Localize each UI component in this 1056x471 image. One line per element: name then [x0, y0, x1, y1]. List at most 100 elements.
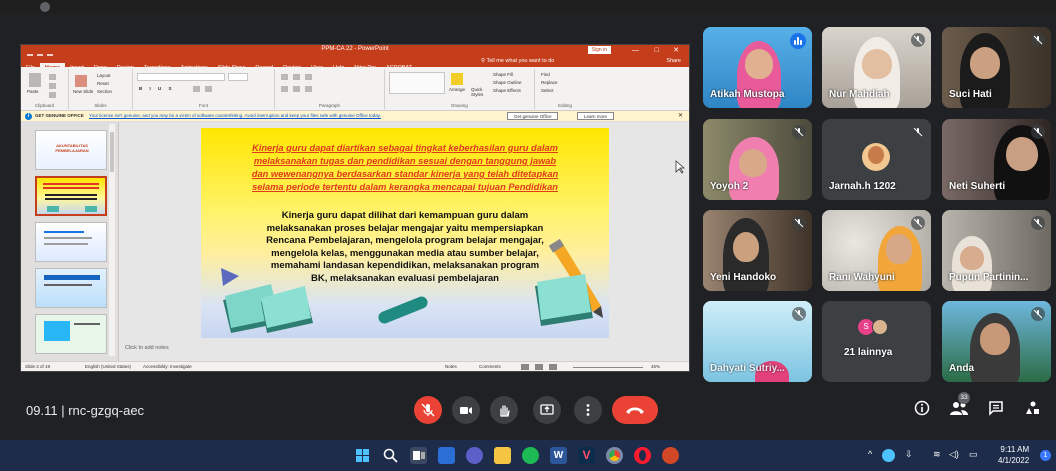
powerpoint-icon[interactable] — [662, 447, 679, 464]
participant-tile-dahyati[interactable]: Dahyati Sutriy... — [703, 301, 812, 382]
find-button[interactable]: Find — [541, 72, 550, 77]
highlight-icon[interactable] — [205, 86, 212, 92]
participant-tile-jarnah[interactable]: Jarnah.h 1202 — [822, 119, 931, 200]
minimize-icon[interactable]: — — [632, 45, 639, 56]
align-left-icon[interactable] — [281, 86, 288, 92]
format-painter-icon[interactable] — [49, 92, 56, 98]
reading-view-icon[interactable] — [549, 364, 557, 370]
chat-app-icon[interactable] — [466, 447, 483, 464]
arrange-icon[interactable] — [451, 73, 463, 85]
font-size-select[interactable] — [228, 73, 248, 81]
widgets-icon[interactable] — [438, 447, 455, 464]
participant-tile-yeni-handoko[interactable]: Yeni Handoko — [703, 210, 812, 291]
tray-app-icon[interactable] — [882, 449, 895, 462]
paste-button[interactable]: Paste — [27, 89, 39, 94]
thumbnails-scrollbar[interactable] — [109, 124, 115, 356]
warning-message-link[interactable]: Your license isn't genuine, and you may … — [89, 113, 381, 118]
new-slide-icon[interactable] — [75, 75, 87, 87]
notes-placeholder[interactable]: Click to add notes — [125, 345, 169, 351]
app-v-icon[interactable]: V — [578, 447, 595, 464]
participant-tile-rani-wahyuni[interactable]: Rani Wahyuni — [822, 210, 931, 291]
language[interactable]: English (United States) — [85, 364, 131, 369]
slide-sorter-icon[interactable] — [535, 364, 543, 370]
get-genuine-office-button[interactable]: Get genuine Office — [507, 112, 559, 120]
slide-thumbnail-3[interactable] — [35, 222, 107, 262]
sign-in-button[interactable]: Sign in — [587, 46, 611, 54]
section-button[interactable]: Section — [97, 89, 112, 94]
mic-toggle-button[interactable] — [414, 396, 442, 424]
battery-icon[interactable]: ▭ — [969, 449, 978, 460]
select-button[interactable]: Select — [541, 88, 554, 93]
current-slide[interactable]: Kinerja guru dapat diartikan sebagai tin… — [201, 128, 609, 338]
font-family-select[interactable] — [137, 73, 225, 81]
accessibility-status[interactable]: Accessibility: Investigate — [143, 364, 192, 369]
zoom-level[interactable]: 45% — [651, 364, 660, 369]
shapes-gallery[interactable] — [389, 72, 445, 94]
font-color-icon[interactable] — [193, 86, 200, 92]
raise-hand-button[interactable] — [490, 396, 518, 424]
more-options-button[interactable] — [574, 396, 602, 424]
shape-fill-button[interactable]: Shape Fill — [493, 72, 513, 77]
slide-thumbnail-5[interactable] — [35, 314, 107, 354]
present-screen-button[interactable] — [533, 396, 561, 424]
participant-tile-nur-mahdiah[interactable]: Nur Mahdiah — [822, 27, 931, 108]
learn-more-button[interactable]: Learn more — [577, 112, 615, 120]
align-center-icon[interactable] — [293, 86, 300, 92]
close-icon[interactable]: ✕ — [673, 45, 679, 56]
zoom-slider[interactable] — [573, 367, 643, 368]
participant-tile-suci-hati[interactable]: Suci Hati — [942, 27, 1051, 108]
meeting-details-icon[interactable] — [914, 400, 930, 416]
font-format-buttons[interactable]: B I U S — [139, 86, 175, 91]
wifi-icon[interactable]: ≋ — [933, 449, 941, 460]
volume-icon[interactable]: ◁) — [949, 449, 959, 460]
bullets-icon[interactable] — [281, 74, 288, 80]
layout-button[interactable]: Layout — [97, 73, 111, 78]
participant-tile-atikah-mustopa[interactable]: Atikah Mustopa — [703, 27, 812, 108]
arrange-button[interactable]: Arrange — [449, 87, 465, 92]
participant-tile-yoyoh-2[interactable]: Yoyoh 2 — [703, 119, 812, 200]
warning-close-icon[interactable]: ✕ — [678, 112, 683, 119]
chrome-icon[interactable] — [606, 447, 623, 464]
slide-thumbnail-4[interactable] — [35, 268, 107, 308]
participant-tile-others[interactable]: S 21 lainnya — [822, 301, 931, 382]
share-button[interactable]: Share — [666, 56, 681, 67]
maximize-icon[interactable]: □ — [655, 45, 659, 56]
reset-button[interactable]: Reset — [97, 81, 109, 86]
spotify-icon[interactable] — [522, 447, 539, 464]
notification-badge[interactable]: 1 — [1040, 450, 1051, 461]
chat-icon[interactable] — [988, 400, 1004, 416]
numbering-icon[interactable] — [293, 74, 300, 80]
indent-icon[interactable] — [305, 74, 312, 80]
activities-icon[interactable] — [1025, 400, 1041, 416]
taskbar-clock[interactable]: 9:11 AM 4/1/2022 — [998, 444, 1029, 466]
file-explorer-icon[interactable] — [494, 447, 511, 464]
align-right-icon[interactable] — [305, 86, 312, 92]
participant-tile-neti-suherti[interactable]: Neti Suherti — [942, 119, 1051, 200]
word-icon[interactable]: W — [550, 447, 567, 464]
shape-outline-button[interactable]: Shape Outline — [493, 80, 522, 85]
browser-icon[interactable] — [40, 2, 50, 12]
camera-toggle-button[interactable] — [452, 396, 480, 424]
slide-thumbnail-1[interactable]: 1 AKUNTABILITAS PEMBELAJARAN — [35, 130, 107, 170]
tray-usb-icon[interactable]: ⇩ — [905, 449, 913, 460]
notes-button[interactable]: Notes — [445, 364, 457, 369]
normal-view-icon[interactable] — [521, 364, 529, 370]
slide-thumbnail-2[interactable] — [35, 176, 107, 216]
shape-effects-button[interactable]: Shape Effects — [493, 88, 521, 93]
quick-styles-button[interactable]: Quick Styles — [471, 87, 489, 97]
paste-icon[interactable] — [29, 73, 41, 87]
leave-call-button[interactable] — [612, 396, 658, 424]
show-hidden-icons[interactable]: ^ — [868, 449, 872, 459]
task-view-icon[interactable] — [410, 447, 427, 464]
comments-button[interactable]: Comments — [479, 364, 501, 369]
cut-icon[interactable] — [49, 74, 56, 80]
tell-me-search[interactable]: ⚲ Tell me what you want to do — [481, 56, 554, 67]
participant-tile-anda[interactable]: Anda — [942, 301, 1051, 382]
scrollbar-thumb[interactable] — [110, 132, 114, 172]
participant-tile-pupun[interactable]: Pupun Partinin... — [942, 210, 1051, 291]
windows-start-icon[interactable] — [354, 447, 371, 464]
search-icon[interactable] — [382, 447, 399, 464]
copy-icon[interactable] — [49, 83, 56, 89]
new-slide-button[interactable]: New Slide — [73, 89, 95, 94]
replace-button[interactable]: Replace — [541, 80, 558, 85]
